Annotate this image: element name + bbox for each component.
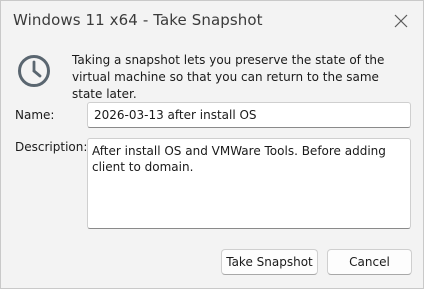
close-icon xyxy=(394,14,408,28)
snapshot-info-text: Taking a snapshot lets you preserve the … xyxy=(72,53,385,101)
clock-icon xyxy=(18,55,50,87)
take-snapshot-dialog: Windows 11 x64 - Take Snapshot Taking a … xyxy=(0,0,424,289)
cancel-button[interactable]: Cancel xyxy=(327,249,412,275)
name-label: Name: xyxy=(15,108,55,122)
snapshot-description-input[interactable]: After install OS and VMWare Tools. Befor… xyxy=(87,138,411,229)
take-snapshot-button[interactable]: Take Snapshot xyxy=(221,249,318,275)
window-title: Windows 11 x64 - Take Snapshot xyxy=(13,11,263,29)
title-bar[interactable]: Windows 11 x64 - Take Snapshot xyxy=(1,1,423,41)
snapshot-name-input[interactable] xyxy=(87,102,411,128)
description-label: Description: xyxy=(15,140,88,154)
close-button[interactable] xyxy=(387,7,415,35)
